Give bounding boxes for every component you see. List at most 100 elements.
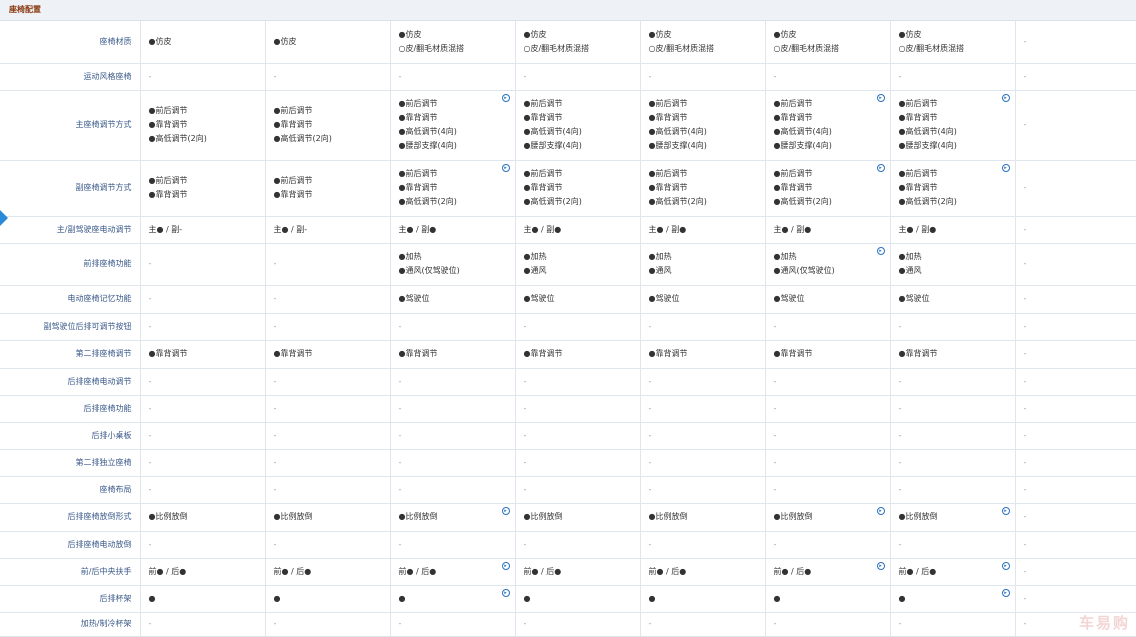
table-row: 主座椅调节方式 ●前后调节 ●靠背调节 ●高低调节(2向) ●前后调节 ●靠背调节 ●高低调… bbox=[0, 90, 1136, 161]
table-row: 后排座椅功能 - - - - - - - - bbox=[0, 395, 1136, 423]
info-icon[interactable]: ▸ bbox=[501, 561, 510, 570]
cell-value: ●腰部支撑(4向) bbox=[898, 141, 957, 150]
row-label: 座椅材质 bbox=[0, 21, 141, 64]
cell-value: ●靠背调节 bbox=[523, 349, 563, 358]
table-cell: - bbox=[765, 612, 891, 637]
expand-arrow-icon[interactable] bbox=[0, 210, 8, 226]
cell-value: ●靠背调节 bbox=[148, 120, 188, 129]
cell-value: - bbox=[273, 457, 277, 467]
row-label: 前/后中央扶手 bbox=[0, 558, 141, 586]
cell-value: ●前后调节 bbox=[898, 169, 938, 178]
table-cell: - bbox=[765, 531, 891, 559]
table-row: 前/后中央扶手 前● / 后● 前● / 后● 前● / 后● ▸ 前● / 后● 前● /… bbox=[0, 558, 1136, 586]
table-cell: 前● / 后● bbox=[265, 558, 391, 586]
cell-value: ●通风(仅驾驶位) bbox=[398, 266, 460, 275]
cell-value: - bbox=[1023, 224, 1027, 234]
table-cell: ●比例放倒 bbox=[640, 503, 766, 532]
cell-value: ●仿皮 bbox=[898, 29, 922, 39]
table-cell: ●仿皮 ○皮/翻毛材质混搭 bbox=[640, 21, 766, 64]
table-cell: - bbox=[515, 422, 641, 450]
table-row: 运动风格座椅 - - - - - - - - bbox=[0, 63, 1136, 91]
table-cell: ● bbox=[765, 585, 891, 613]
info-icon[interactable]: ▸ bbox=[876, 506, 885, 515]
cell-value: ●通风(仅驾驶位) bbox=[773, 266, 835, 275]
cell-value: - bbox=[898, 71, 902, 81]
cell-value: 主● / 副- bbox=[273, 224, 308, 234]
cell-value: ●前后调节 bbox=[898, 99, 938, 108]
cell-value: ●通风 bbox=[898, 266, 922, 275]
info-icon[interactable]: ▸ bbox=[1001, 561, 1010, 570]
table-cell: ●比例放倒 bbox=[265, 503, 391, 532]
table-cell: - bbox=[140, 285, 266, 314]
table-cell: - bbox=[1015, 243, 1136, 286]
table-row: 后排小桌板 - - - - - - - - bbox=[0, 422, 1136, 450]
table-cell: - bbox=[390, 449, 516, 477]
table-cell: 前● / 后● ▸ bbox=[765, 558, 891, 586]
info-icon[interactable]: ▸ bbox=[501, 588, 510, 597]
info-icon[interactable]: ▸ bbox=[876, 93, 885, 102]
cell-value: - bbox=[148, 619, 152, 628]
info-icon[interactable]: ▸ bbox=[1001, 93, 1010, 102]
table-cell: ●驾驶位 bbox=[765, 285, 891, 314]
table-cell: - bbox=[640, 476, 766, 504]
table-cell: - bbox=[140, 63, 266, 91]
cell-value: - bbox=[773, 376, 777, 386]
row-label: 后排杯架 bbox=[0, 585, 141, 613]
table-row: 后排杯架 ● ● ● ▸ ● ● ● ● ▸ - bbox=[0, 585, 1136, 613]
cell-value: ●腰部支撑(4向) bbox=[398, 141, 457, 150]
cell-value: 前● / 后● bbox=[898, 566, 937, 576]
info-icon[interactable]: ▸ bbox=[1001, 506, 1010, 515]
info-icon[interactable]: ▸ bbox=[1001, 163, 1010, 172]
table-cell: - bbox=[890, 531, 1016, 559]
table-cell: - bbox=[1015, 503, 1136, 532]
cell-value: ●高低调节(2向) bbox=[898, 197, 957, 206]
table-cell: - bbox=[1015, 216, 1136, 244]
info-icon[interactable]: ▸ bbox=[501, 506, 510, 515]
cell-value: - bbox=[1023, 430, 1027, 440]
row-label: 副驾驶位后排可调节按钮 bbox=[0, 313, 141, 341]
table-cell: ●前后调节 ●靠背调节 ●高低调节(2向) bbox=[265, 90, 391, 161]
info-icon[interactable]: ▸ bbox=[876, 163, 885, 172]
table-cell: - bbox=[1015, 531, 1136, 559]
table-cell: - bbox=[1015, 63, 1136, 91]
table-cell: ● ▸ bbox=[890, 585, 1016, 613]
cell-value: - bbox=[523, 619, 527, 628]
cell-value: ●高低调节(4向) bbox=[648, 127, 707, 136]
info-icon[interactable]: ▸ bbox=[501, 163, 510, 172]
table-cell: - bbox=[515, 368, 641, 396]
cell-value: - bbox=[1023, 484, 1027, 494]
cell-value: - bbox=[398, 539, 402, 549]
row-label: 电动座椅记忆功能 bbox=[0, 285, 141, 314]
table-cell: - bbox=[765, 449, 891, 477]
cell-value: - bbox=[773, 321, 777, 331]
table-row: 电动座椅记忆功能 - - ●驾驶位 ●驾驶位 ●驾驶位 ●驾驶位 ●驾驶位 - bbox=[0, 285, 1136, 314]
info-icon[interactable]: ▸ bbox=[876, 561, 885, 570]
cell-value: - bbox=[273, 294, 277, 303]
cell-value: ●前后调节 bbox=[273, 176, 313, 185]
cell-value: ●通风 bbox=[523, 266, 547, 275]
cell-value: - bbox=[773, 403, 777, 413]
table-cell: ●仿皮 bbox=[265, 21, 391, 64]
table-cell: - bbox=[265, 449, 391, 477]
table-cell: ●驾驶位 bbox=[515, 285, 641, 314]
cell-value: ●驾驶位 bbox=[398, 294, 430, 303]
cell-value: ●通风 bbox=[648, 266, 672, 275]
cell-value: - bbox=[648, 430, 652, 440]
cell-value: ●前后调节 bbox=[523, 169, 563, 178]
table-cell: - bbox=[265, 422, 391, 450]
table-cell: ●仿皮 ○皮/翻毛材质混搭 bbox=[765, 21, 891, 64]
table-cell: - bbox=[1015, 585, 1136, 613]
cell-value: - bbox=[648, 71, 652, 81]
info-icon[interactable]: ▸ bbox=[501, 93, 510, 102]
info-icon[interactable]: ▸ bbox=[876, 246, 885, 255]
section-title: 座椅配置 bbox=[9, 5, 41, 14]
table-cell: - bbox=[390, 612, 516, 637]
cell-value: ●高低调节(2向) bbox=[773, 197, 832, 206]
table-cell: - bbox=[390, 313, 516, 341]
cell-value: - bbox=[148, 259, 152, 268]
table-cell: - bbox=[1015, 340, 1136, 369]
info-icon[interactable]: ▸ bbox=[1001, 588, 1010, 597]
table-cell: ●前后调节 ●靠背调节 ●高低调节(4向) ●腰部支撑(4向) ▸ bbox=[765, 90, 891, 161]
table-cell: - bbox=[390, 395, 516, 423]
cell-value: ●驾驶位 bbox=[523, 294, 555, 303]
